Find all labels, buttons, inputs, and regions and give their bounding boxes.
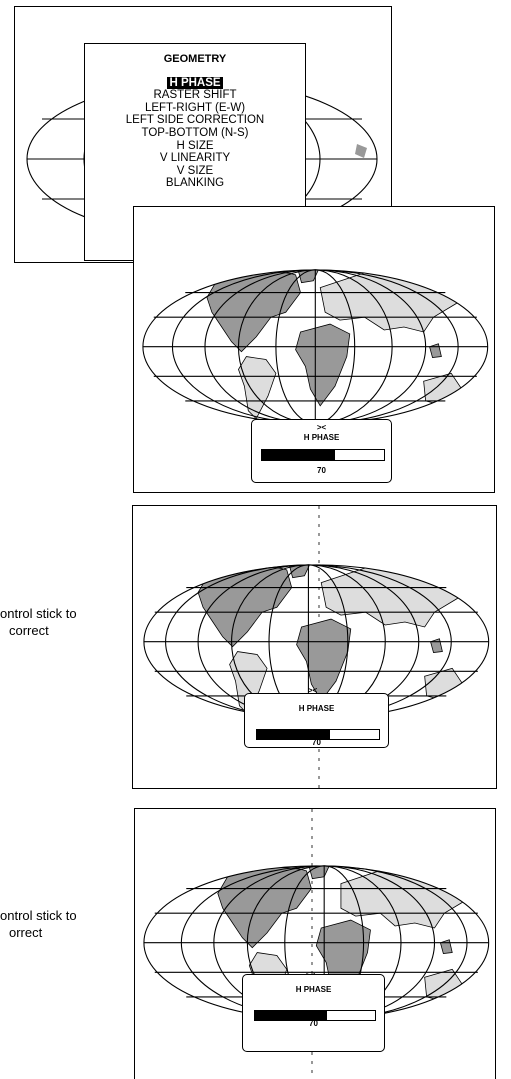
menu-title: GEOMETRY [163,53,227,65]
h-phase-value: 70 [312,738,321,747]
h-phase-popup-2: H PHASE 70 [244,693,389,748]
menu-item-v-linearity[interactable]: V LINEARITY [85,152,305,165]
h-phase-slider[interactable] [261,449,385,461]
h-phase-popup-3: H PHASE 70 [242,974,385,1052]
menu-item-h-size[interactable]: H SIZE [85,140,305,153]
instruction-text-3: ontrol stick to orrect [0,908,77,940]
menu-item-v-size[interactable]: V SIZE [85,165,305,178]
h-phase-value: 70 [317,466,326,475]
menu-item-left-side-correction[interactable]: LEFT SIDE CORRECTION [85,114,305,127]
h-phase-popup-1: >< H PHASE 70 [251,419,392,483]
menu-item-raster-shift[interactable]: RASTER SHIFT [85,89,305,102]
h-phase-slider-fill [262,450,336,460]
menu-item-blanking[interactable]: BLANKING [85,177,305,190]
instruction-text-2: ontrol stick to correct [0,606,77,638]
h-phase-value: 70 [309,1019,318,1028]
h-phase-label: H PHASE [303,433,340,442]
menu-item-h-phase[interactable]: H PHASE [85,76,305,90]
h-phase-label: H PHASE [295,985,332,994]
center-marker: >< [316,423,327,432]
menu-item-top-bottom[interactable]: TOP-BOTTOM (N-S) [85,127,305,140]
h-phase-label: H PHASE [298,704,335,713]
menu-item-left-right[interactable]: LEFT-RIGHT (E-W) [85,102,305,115]
